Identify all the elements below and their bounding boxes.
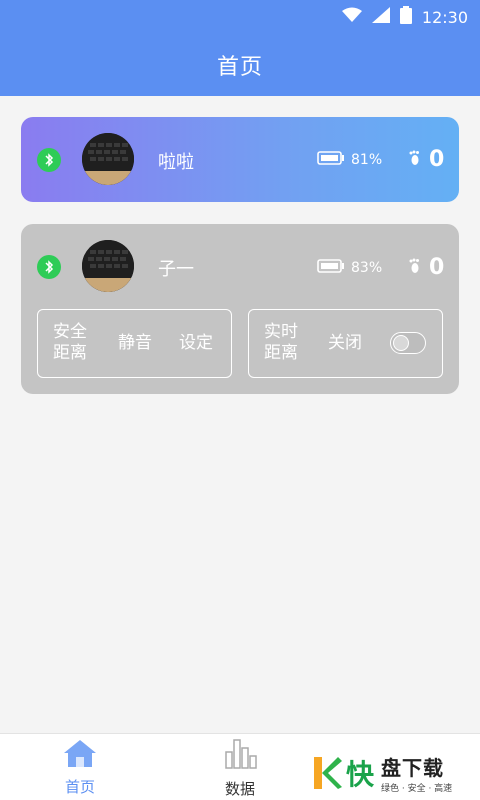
wifi-icon: [341, 7, 362, 27]
signal-icon: [371, 7, 390, 27]
avatar: [82, 240, 134, 292]
device-name: 子一: [158, 259, 194, 280]
k-logo-icon: [312, 755, 342, 791]
watermark-slogan: 绿色 · 安全 · 高速: [381, 783, 453, 794]
tab-label: 首页: [64, 778, 95, 796]
device-name: 啦啦: [158, 152, 194, 173]
tab-home[interactable]: 首页: [20, 734, 140, 800]
status-time: 12:30: [421, 7, 468, 27]
battery-icon: [399, 6, 412, 28]
bluetooth-icon: [37, 255, 61, 279]
footprint-icon: [409, 150, 421, 170]
tab-label: 数据: [224, 780, 255, 798]
watermark-logo: 快 盘下载 绿色 · 安全 · 高速: [310, 745, 480, 800]
realtime-distance-toggle[interactable]: [390, 332, 426, 354]
options-group-right: 实时 距离 关闭: [248, 309, 443, 378]
settings-button[interactable]: 设定: [179, 333, 213, 354]
step-number: 0: [429, 255, 445, 280]
app-bar: 首页: [0, 34, 480, 96]
device-card-1[interactable]: 啦啦 81% 0: [21, 117, 459, 202]
options-group-left: 安全 距离 静音 设定: [37, 309, 232, 378]
device-card-2[interactable]: 子一 83% 0 安全 距离 静音 设定 实时 距离 关闭: [21, 224, 459, 394]
mute-button[interactable]: 静音: [118, 333, 152, 354]
battery-level-icon: [317, 258, 345, 278]
battery-percent: 83%: [351, 260, 383, 276]
battery-status: 83%: [317, 258, 382, 278]
safe-distance-button[interactable]: 安全 距离: [53, 322, 87, 364]
home-icon: [63, 738, 97, 772]
footprint-icon: [409, 258, 421, 278]
avatar: [82, 133, 134, 185]
battery-level-icon: [317, 150, 345, 170]
status-icons: 12:30: [341, 6, 468, 28]
off-label: 关闭: [328, 333, 362, 353]
step-count: 0: [409, 147, 444, 172]
tab-data[interactable]: 数据: [180, 734, 300, 800]
page-title: 首页: [216, 55, 263, 80]
realtime-distance-label: 实时 距离: [264, 322, 298, 363]
battery-percent: 81%: [351, 152, 383, 168]
status-bar: 12:30: [0, 0, 480, 34]
bar-chart-icon: [223, 736, 257, 774]
step-count: 0: [409, 255, 444, 280]
bluetooth-icon: [37, 148, 61, 172]
battery-status: 81%: [317, 150, 382, 170]
watermark-main: 快: [346, 757, 376, 791]
toggle-knob: [393, 335, 409, 351]
step-number: 0: [429, 147, 445, 172]
watermark-right: 盘下载 绿色 · 安全 · 高速: [381, 752, 452, 794]
watermark-title: 盘下载: [381, 755, 445, 780]
